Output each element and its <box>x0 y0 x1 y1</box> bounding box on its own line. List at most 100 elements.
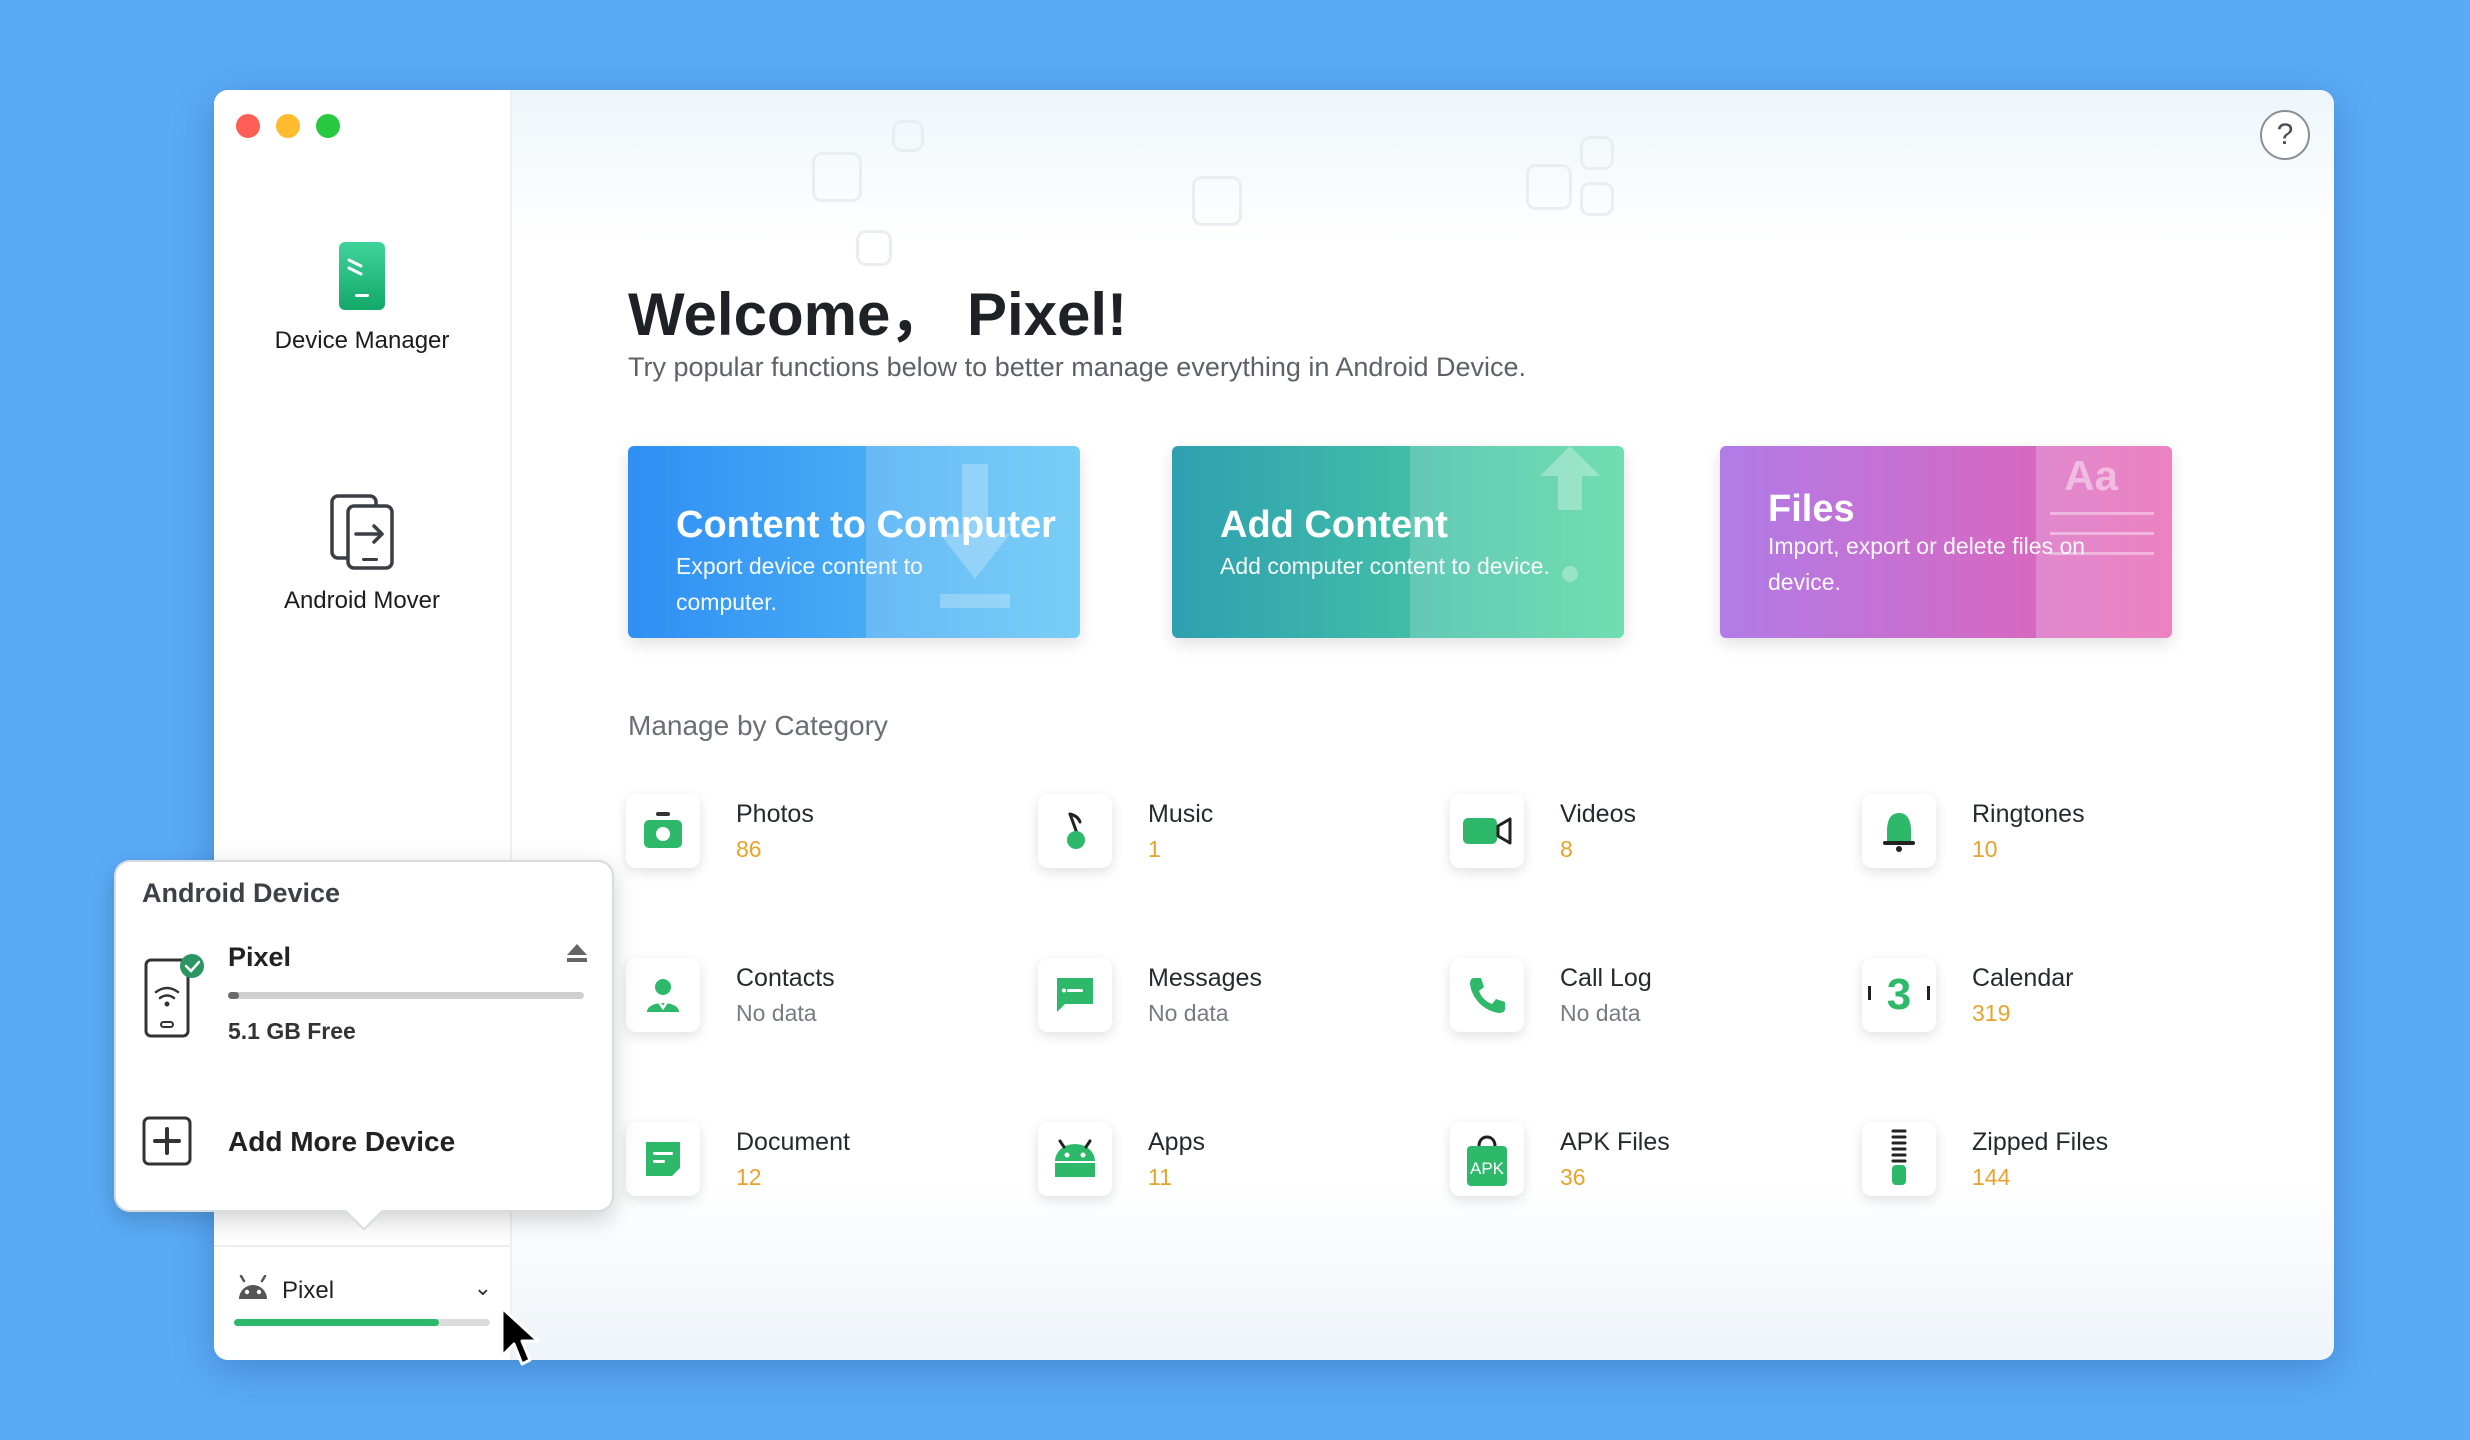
category-count: 8 <box>1560 836 1573 862</box>
category-name: Ringtones <box>1972 800 2085 828</box>
messages-icon <box>1038 958 1112 1032</box>
category-name: Call Log <box>1560 964 1652 992</box>
category-count: 1 <box>1148 836 1161 862</box>
category-name: Photos <box>736 800 814 828</box>
category-count: No data <box>736 1000 817 1026</box>
page-subtitle: Try popular functions below to better ma… <box>628 352 1527 382</box>
music-icon <box>1038 794 1112 868</box>
files-aa-glyph: Aa <box>2064 452 2118 499</box>
content-to-computer-card[interactable]: Content to Computer Export device conten… <box>628 446 1080 638</box>
sidebar-item-label: Device Manager <box>274 327 450 354</box>
card-description: Export device content to computer. <box>676 553 923 615</box>
decorative-square <box>1580 136 1614 170</box>
popup-storage-fill <box>228 992 239 999</box>
android-device-popup: Android Device Pixel 5.1 GB Free Add Mor… <box>114 860 614 1231</box>
popup-free-space: 5.1 GB Free <box>228 1018 356 1044</box>
category-count: No data <box>1560 1000 1641 1026</box>
category-apps[interactable]: Apps 11 <box>1038 1122 1398 1212</box>
calendar-day-glyph: 3 <box>1886 970 1912 1019</box>
category-name: Messages <box>1148 964 1262 992</box>
category-count: No data <box>1148 1000 1229 1026</box>
category-messages[interactable]: Messages No data <box>1038 958 1398 1048</box>
category-photos[interactable]: Photos 86 <box>626 794 986 884</box>
decorative-square <box>892 120 924 152</box>
decorative-square <box>1192 176 1242 226</box>
mouse-cursor-icon <box>500 1306 540 1366</box>
add-device-icon[interactable] <box>142 1116 192 1166</box>
category-name: Music <box>1148 800 1214 828</box>
sidebar-item-device-manager[interactable]: Device Manager <box>214 240 510 355</box>
ringtones-icon <box>1862 794 1936 868</box>
calendar-ring <box>1868 986 1871 1000</box>
card-title: Add Content <box>1220 504 1448 546</box>
popup-heading: Android Device <box>142 878 341 908</box>
card-decoration <box>2050 512 2154 515</box>
device-manager-icon <box>339 242 385 310</box>
popup-storage-bar <box>228 992 584 999</box>
card-description: Import, export or delete files on device… <box>1768 533 2086 595</box>
category-name: Apps <box>1148 1128 1205 1156</box>
minimize-window-button[interactable] <box>276 114 300 138</box>
photos-icon <box>626 794 700 868</box>
contacts-icon <box>626 958 700 1032</box>
category-name: Zipped Files <box>1972 1128 2109 1156</box>
eject-icon[interactable] <box>566 942 588 964</box>
category-videos[interactable]: Videos 8 <box>1450 794 1810 884</box>
category-count: 36 <box>1560 1164 1586 1190</box>
category-section-title: Manage by Category <box>628 710 888 741</box>
add-content-card[interactable]: Add Content Add computer content to devi… <box>1172 446 1624 638</box>
sidebar-item-android-mover[interactable]: Android Mover <box>214 490 510 615</box>
android-mover-icon <box>330 494 394 570</box>
category-ringtones[interactable]: Ringtones 10 <box>1862 794 2222 884</box>
document-icon <box>626 1122 700 1196</box>
category-zipped-files[interactable]: Zipped Files 144 <box>1862 1122 2222 1212</box>
card-description: Add computer content to device. <box>1220 553 1550 579</box>
phone-wifi-icon <box>144 954 204 1038</box>
main-content: ? Welcome， Pixel! Try popular functions … <box>512 90 2334 1360</box>
category-count: 10 <box>1972 836 1998 862</box>
calendar-ring <box>1927 986 1930 1000</box>
zoom-window-button[interactable] <box>316 114 340 138</box>
category-name: Calendar <box>1972 964 2074 992</box>
videos-icon <box>1450 794 1524 868</box>
zipped-files-icon <box>1862 1122 1936 1196</box>
category-count: 319 <box>1972 1000 2011 1026</box>
add-more-device-button[interactable]: Add More Device <box>228 1126 455 1158</box>
decorative-square <box>812 152 862 202</box>
card-title: Content to Computer <box>676 504 1056 546</box>
sidebar-item-label: Android Mover <box>283 587 441 614</box>
apps-icon <box>1038 1122 1112 1196</box>
apk-glyph: APK <box>1469 1159 1505 1178</box>
chevron-down-icon[interactable]: ⌄ <box>474 1275 492 1301</box>
calendar-icon: 3 <box>1862 958 1936 1032</box>
category-count: 11 <box>1148 1164 1172 1190</box>
category-calendar[interactable]: 3 Calendar 319 <box>1862 958 2222 1048</box>
files-card[interactable]: Aa Files Import, export or delete files … <box>1720 446 2172 638</box>
device-name: Pixel <box>282 1277 335 1304</box>
category-count: 12 <box>736 1164 762 1190</box>
decorative-square <box>1580 182 1614 216</box>
category-name: APK Files <box>1560 1128 1670 1156</box>
device-selector[interactable]: Pixel ⌄ <box>214 1245 510 1360</box>
decorative-square <box>856 230 892 266</box>
category-document[interactable]: Document 12 <box>626 1122 986 1212</box>
help-button[interactable]: ? <box>2260 110 2310 160</box>
category-call-log[interactable]: Call Log No data <box>1450 958 1810 1048</box>
category-music[interactable]: Music 1 <box>1038 794 1398 884</box>
page-title: Welcome， Pixel! <box>628 281 1128 348</box>
decorative-square <box>1526 164 1572 210</box>
call-log-icon <box>1450 958 1524 1032</box>
device-storage-fill <box>234 1319 439 1326</box>
category-name: Videos <box>1560 800 1636 828</box>
device-storage-bar <box>234 1319 490 1326</box>
popup-device-name: Pixel <box>228 942 292 972</box>
category-contacts[interactable]: Contacts No data <box>626 958 986 1048</box>
category-count: 144 <box>1972 1164 2011 1190</box>
close-window-button[interactable] <box>236 114 260 138</box>
category-name: Document <box>736 1128 850 1156</box>
apk-files-icon: APK <box>1450 1122 1524 1196</box>
category-name: Contacts <box>736 964 835 992</box>
card-title: Files <box>1768 488 1855 530</box>
category-apk-files[interactable]: APK APK Files 36 <box>1450 1122 1810 1212</box>
category-count: 86 <box>736 836 762 862</box>
